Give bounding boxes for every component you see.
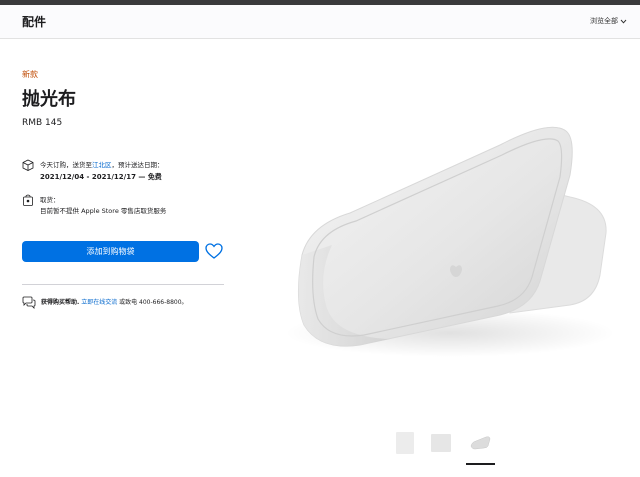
store-bag-icon: [23, 194, 33, 206]
browse-all-link[interactable]: 浏览全部: [590, 16, 627, 26]
thumbnail-3[interactable]: [468, 436, 494, 450]
section-divider: [22, 284, 224, 285]
pickup-note: 目前暂不提供 Apple Store 零售店取货服务: [40, 207, 167, 215]
delivery-prefix: 今天订购，送货至: [40, 161, 92, 169]
delivery-suffix: ，预计送达日期：: [111, 161, 164, 169]
product-title: 抛光布: [22, 89, 76, 110]
product-price: RMB 145: [22, 118, 63, 128]
add-to-bag-button[interactable]: 添加到购物袋: [22, 241, 199, 262]
thumbnail-2[interactable]: [431, 434, 451, 452]
selected-thumbnail-indicator: [466, 463, 495, 465]
delivery-dates: 2021/12/04 - 2021/12/17: [40, 173, 136, 181]
chevron-down-icon: [620, 19, 627, 24]
favorite-heart-icon[interactable]: [205, 243, 223, 260]
delivery-dash: —: [135, 173, 148, 181]
delivery-location-link[interactable]: 江北区: [92, 161, 112, 169]
product-hero-image: [285, 126, 615, 357]
browse-all-label: 浏览全部: [590, 17, 618, 25]
purchase-help: 获得购买帮助. 立即在线交流 或致电 400-666-8800。: [22, 296, 242, 310]
page-title: 配件: [22, 15, 47, 29]
shipping-box-icon: [22, 159, 34, 171]
chat-bubbles-icon: [22, 296, 36, 309]
new-badge: 新款: [22, 70, 38, 79]
page-header: 配件 浏览全部: [0, 5, 640, 39]
thumbnail-1[interactable]: [396, 432, 414, 454]
chat-now-link[interactable]: 立即在线交流: [81, 299, 117, 306]
delivery-cost: 免费: [147, 173, 162, 181]
help-prefix: 获得购买帮助.: [41, 299, 80, 306]
help-phone-text: 或致电 400-666-8800。: [117, 299, 188, 306]
